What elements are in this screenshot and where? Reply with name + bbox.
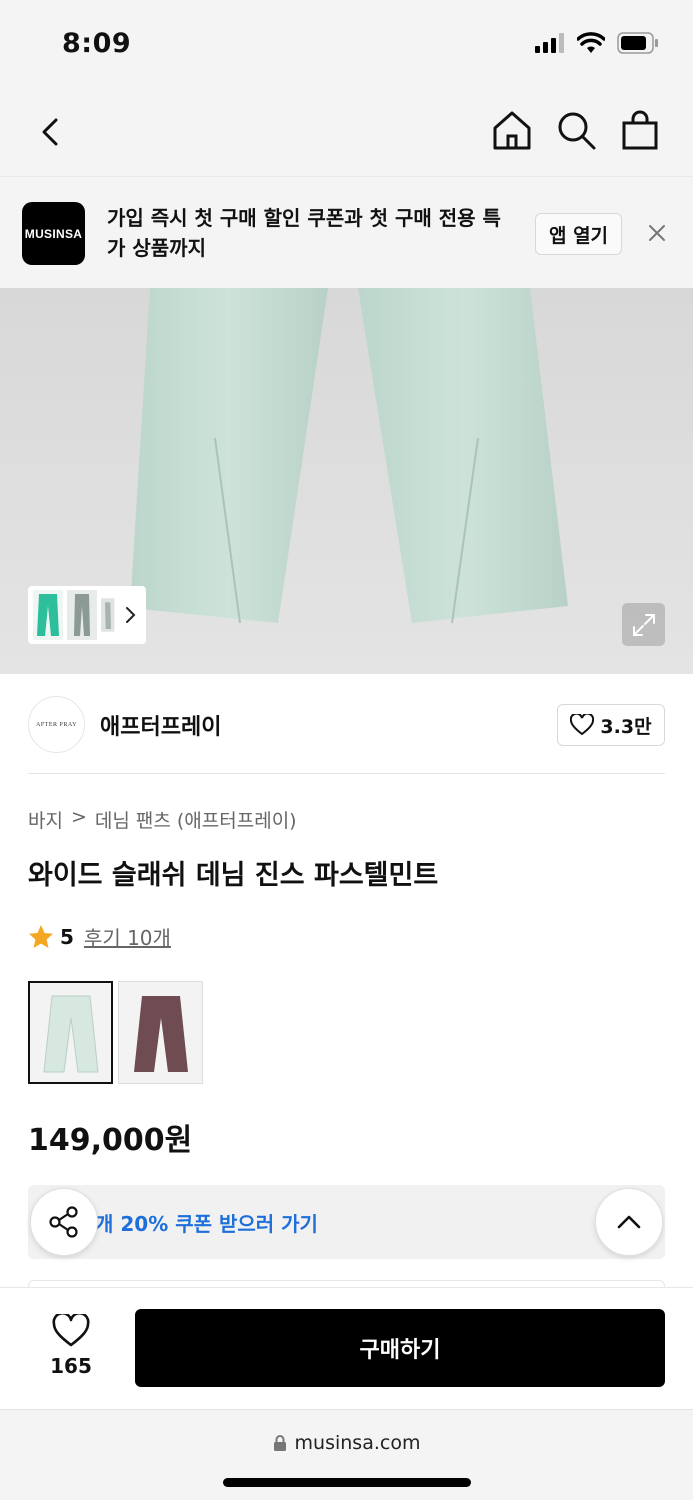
heart-icon: [570, 714, 595, 736]
coupon-link[interactable]: 개 20% 쿠폰 받으러 가기: [95, 1208, 318, 1237]
brand-logo[interactable]: AFTER PRAY: [28, 696, 85, 753]
scroll-top-button[interactable]: [595, 1188, 663, 1256]
breadcrumb-category[interactable]: 바지: [28, 806, 63, 833]
thumbnail-side-jeans: [101, 598, 115, 632]
status-icons: [535, 32, 659, 54]
expand-image-button[interactable]: [622, 603, 665, 646]
buy-button[interactable]: 구매하기: [135, 1309, 665, 1387]
app-install-banner: MUSINSA 가입 즉시 첫 구매 할인 쿠폰과 첫 구매 전용 특가 상품까…: [0, 176, 693, 288]
url-display[interactable]: musinsa.com: [0, 1432, 693, 1454]
browser-url-bar: musinsa.com: [0, 1409, 693, 1500]
variant-pastel-mint[interactable]: [28, 981, 113, 1084]
breadcrumb-subcategory[interactable]: 데님 팬츠 (애프터프레이): [95, 806, 297, 833]
variant-brown[interactable]: [118, 981, 203, 1084]
brown-jeans-thumbnail: [133, 995, 188, 1072]
battery-icon: [617, 32, 658, 54]
back-icon[interactable]: [34, 110, 74, 154]
musinsa-logo: MUSINSA: [22, 202, 85, 265]
wifi-icon: [577, 32, 605, 53]
image-thumbnail-strip[interactable]: [28, 586, 146, 644]
banner-message: 가입 즉시 첫 구매 할인 쿠폰과 첫 구매 전용 특가 상품까지: [107, 206, 501, 260]
open-app-button[interactable]: 앱 열기: [535, 213, 622, 255]
wishlist-button[interactable]: 165: [36, 1311, 106, 1378]
breadcrumb-separator: >: [70, 806, 87, 828]
thumbnail-green-jeans: [33, 590, 63, 640]
share-icon: [49, 1206, 78, 1238]
share-button[interactable]: [30, 1188, 98, 1256]
chevron-up-icon: [617, 1215, 641, 1229]
search-icon[interactable]: [554, 108, 598, 152]
url-text: musinsa.com: [294, 1432, 421, 1454]
product-price: 149,000원: [28, 1123, 193, 1158]
expand-icon: [632, 613, 655, 636]
nav-bar: [0, 88, 693, 176]
bottom-action-bar: 165 구매하기: [0, 1287, 693, 1409]
signal-icon: [535, 33, 564, 53]
mint-jeans-thumbnail: [42, 995, 99, 1072]
wishlist-count: 165: [50, 1354, 92, 1378]
thumbnail-gray-jeans: [67, 590, 97, 640]
status-bar: 8:09: [0, 0, 693, 88]
coupon-bar[interactable]: 개 20% 쿠폰 받으러 가기: [28, 1185, 665, 1259]
breadcrumb: 바지 > 데님 팬츠 (애프터프레이): [28, 806, 297, 833]
brand-name[interactable]: 애프터프레이: [100, 709, 221, 741]
bag-icon[interactable]: [618, 108, 662, 152]
heart-icon: [52, 1311, 90, 1347]
home-indicator[interactable]: [223, 1478, 471, 1487]
rating-row: 5 후기 10개: [28, 922, 171, 951]
brand-row[interactable]: AFTER PRAY 애프터프레이 3.3만: [28, 674, 665, 774]
star-icon: [29, 924, 53, 948]
close-icon[interactable]: [645, 221, 669, 245]
chevron-right-icon[interactable]: [124, 604, 138, 626]
brand-like-count: 3.3만: [600, 715, 652, 738]
brand-like-button[interactable]: 3.3만: [557, 704, 665, 746]
home-icon[interactable]: [490, 108, 534, 152]
review-link[interactable]: 후기 10개: [84, 922, 171, 951]
product-image[interactable]: [0, 288, 693, 674]
lock-icon: [273, 1435, 286, 1451]
status-time: 8:09: [62, 28, 132, 59]
product-title: 와이드 슬래쉬 데님 진스 파스텔민트: [28, 860, 439, 891]
rating-score: 5: [60, 924, 74, 949]
color-variants: [28, 981, 203, 1084]
